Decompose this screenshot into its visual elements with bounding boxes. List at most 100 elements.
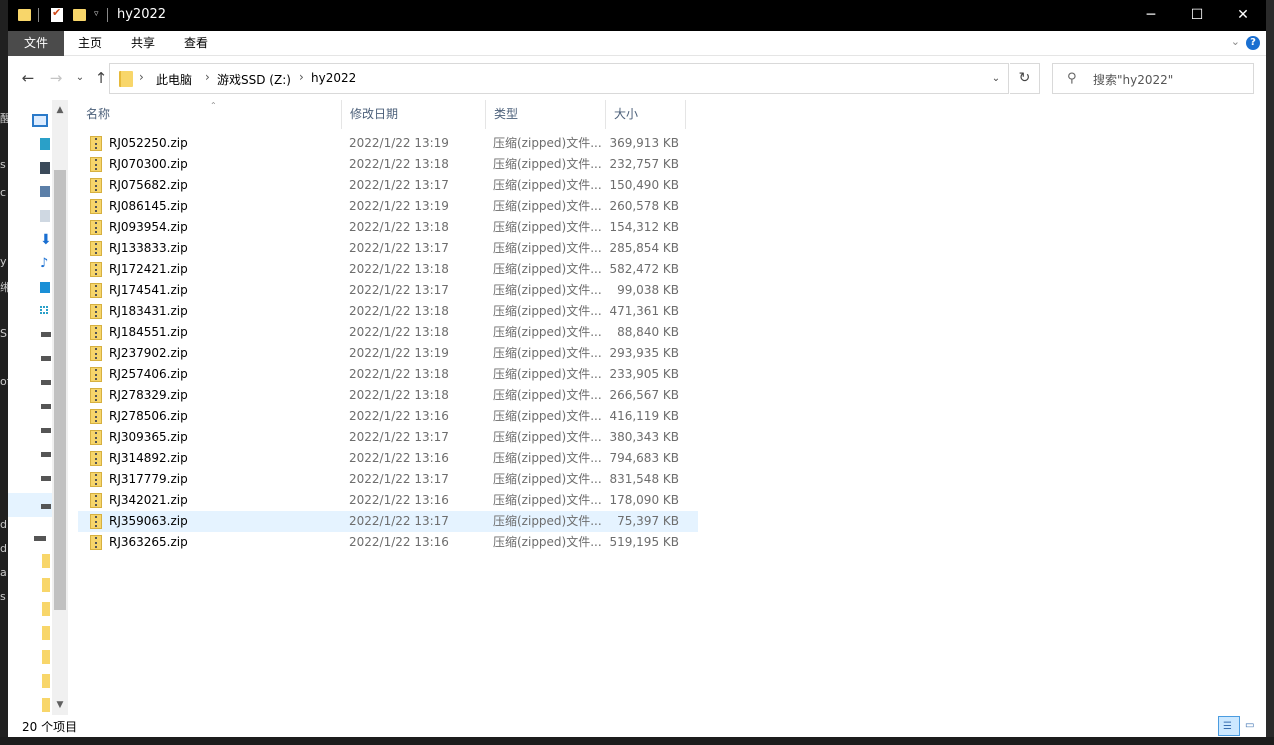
drive-icon[interactable]: [41, 380, 51, 385]
search-box[interactable]: ⚲ 搜索"hy2022": [1052, 63, 1254, 94]
file-row[interactable]: RJ183431.zip 2022/1/22 13:18 压缩(zipped)文件.…: [78, 301, 698, 322]
file-row[interactable]: RJ363265.zip 2022/1/22 13:16 压缩(zipped)文件.…: [78, 532, 698, 553]
title-bar: ▿ hy2022 ─ ☐ ✕: [8, 0, 1266, 31]
file-size: 75,397 KB: [617, 514, 679, 528]
downloads-icon[interactable]: ⬇: [40, 233, 52, 247]
file-name: RJ172421.zip: [109, 262, 188, 276]
column-header-type[interactable]: 类型: [486, 100, 606, 129]
breadcrumb-drive[interactable]: 游戏SSD (Z:): [217, 71, 291, 88]
customize-quick-access-icon[interactable]: ▿: [94, 9, 99, 25]
file-date: 2022/1/22 13:17: [349, 178, 449, 192]
folder-icon[interactable]: [42, 554, 50, 568]
details-view-button[interactable]: ☰: [1218, 716, 1240, 736]
file-row[interactable]: RJ278329.zip 2022/1/22 13:18 压缩(zipped)文件.…: [78, 385, 698, 406]
address-bar[interactable]: › 此电脑 › 游戏SSD (Z:) › hy2022 ⌄: [109, 63, 1009, 94]
file-row[interactable]: RJ314892.zip 2022/1/22 13:16 压缩(zipped)文件.…: [78, 448, 698, 469]
this-pc-icon[interactable]: [32, 114, 48, 127]
file-row[interactable]: RJ174541.zip 2022/1/22 13:17 压缩(zipped)文件.…: [78, 280, 698, 301]
column-header-date[interactable]: 修改日期: [342, 100, 486, 129]
scroll-up-arrow[interactable]: ▲: [52, 102, 68, 118]
scroll-down-arrow[interactable]: ▼: [52, 697, 68, 713]
file-name: RJ257406.zip: [109, 367, 188, 381]
breadcrumb-current[interactable]: hy2022: [311, 71, 356, 85]
recent-locations-icon[interactable]: ⌄: [69, 68, 91, 88]
folder-icon[interactable]: [42, 578, 50, 592]
file-rows: RJ052250.zip 2022/1/22 13:19 压缩(zipped)文件.…: [78, 133, 698, 553]
new-folder-icon[interactable]: [73, 9, 86, 21]
file-type: 压缩(zipped)文件...: [493, 472, 602, 486]
file-row[interactable]: RJ257406.zip 2022/1/22 13:18 压缩(zipped)文件.…: [78, 364, 698, 385]
file-size: 232,757 KB: [609, 157, 679, 171]
file-type: 压缩(zipped)文件...: [493, 199, 602, 213]
tab-view[interactable]: 查看: [170, 31, 222, 56]
file-size: 380,343 KB: [609, 430, 679, 444]
file-date: 2022/1/22 13:17: [349, 283, 449, 297]
folder-icon[interactable]: [42, 626, 50, 640]
zip-file-icon: [90, 178, 102, 193]
drive-icon[interactable]: [41, 404, 51, 409]
large-icons-view-button[interactable]: ▭: [1241, 716, 1263, 736]
file-row[interactable]: RJ317779.zip 2022/1/22 13:17 压缩(zipped)文件.…: [78, 469, 698, 490]
help-icon[interactable]: ?: [1246, 36, 1260, 50]
desktop-icon[interactable]: [40, 282, 50, 293]
windows-drive-icon[interactable]: [40, 306, 48, 314]
drive-icon[interactable]: [41, 332, 51, 337]
tab-share[interactable]: 共享: [117, 31, 169, 56]
drive-icon[interactable]: [41, 356, 51, 361]
file-row[interactable]: RJ086145.zip 2022/1/22 13:19 压缩(zipped)文件.…: [78, 196, 698, 217]
breadcrumb-this-pc[interactable]: 此电脑: [156, 71, 192, 88]
breadcrumb-separator[interactable]: ›: [299, 70, 304, 84]
file-name: RJ183431.zip: [109, 304, 188, 318]
column-header-size[interactable]: 大小: [606, 100, 686, 129]
videos-icon[interactable]: [40, 162, 50, 174]
back-button[interactable]: ←: [17, 68, 39, 88]
maximize-button[interactable]: ☐: [1174, 0, 1220, 31]
drive-icon[interactable]: [41, 452, 51, 457]
file-date: 2022/1/22 13:17: [349, 241, 449, 255]
file-row[interactable]: RJ309365.zip 2022/1/22 13:17 压缩(zipped)文件.…: [78, 427, 698, 448]
file-row[interactable]: RJ070300.zip 2022/1/22 13:18 压缩(zipped)文件.…: [78, 154, 698, 175]
column-header-name[interactable]: 名称 ⌃: [78, 100, 342, 129]
file-type: 压缩(zipped)文件...: [493, 262, 602, 276]
scrollbar-thumb[interactable]: [54, 170, 66, 610]
properties-icon[interactable]: [51, 6, 63, 22]
file-row[interactable]: RJ075682.zip 2022/1/22 13:17 压缩(zipped)文件.…: [78, 175, 698, 196]
file-row[interactable]: RJ133833.zip 2022/1/22 13:17 压缩(zipped)文件.…: [78, 238, 698, 259]
file-row[interactable]: RJ184551.zip 2022/1/22 13:18 压缩(zipped)文件.…: [78, 322, 698, 343]
drive-icon-selected[interactable]: [41, 504, 51, 509]
folder-icon[interactable]: [42, 698, 50, 712]
drive-icon[interactable]: [41, 428, 51, 433]
search-input[interactable]: 搜索"hy2022": [1093, 71, 1173, 88]
file-size: 416,119 KB: [609, 409, 679, 423]
details-view-icon: ☰: [1223, 721, 1232, 732]
zip-file-icon: [90, 241, 102, 256]
breadcrumb-separator[interactable]: ›: [139, 70, 144, 84]
minimize-button[interactable]: ─: [1128, 0, 1174, 31]
breadcrumb-separator[interactable]: ›: [205, 70, 210, 84]
file-row[interactable]: RJ172421.zip 2022/1/22 13:18 压缩(zipped)文件.…: [78, 259, 698, 280]
refresh-button[interactable]: ↻: [1010, 63, 1040, 94]
expand-ribbon-icon[interactable]: ⌄: [1231, 35, 1240, 48]
documents-icon[interactable]: [40, 210, 50, 222]
3d-objects-icon[interactable]: [40, 138, 50, 150]
music-icon[interactable]: ♪: [40, 257, 50, 270]
file-row[interactable]: RJ052250.zip 2022/1/22 13:19 压缩(zipped)文件.…: [78, 133, 698, 154]
navigation-pane-scrollbar[interactable]: ▲ ▼: [52, 100, 68, 715]
network-drive-icon[interactable]: [34, 536, 46, 541]
folder-icon[interactable]: [42, 650, 50, 664]
file-row[interactable]: RJ342021.zip 2022/1/22 13:16 压缩(zipped)文件.…: [78, 490, 698, 511]
file-row[interactable]: RJ093954.zip 2022/1/22 13:18 压缩(zipped)文件.…: [78, 217, 698, 238]
drive-icon[interactable]: [41, 476, 51, 481]
file-row[interactable]: RJ359063.zip 2022/1/22 13:17 压缩(zipped)文件.…: [78, 511, 698, 532]
file-row[interactable]: RJ278506.zip 2022/1/22 13:16 压缩(zipped)文件.…: [78, 406, 698, 427]
close-button[interactable]: ✕: [1220, 0, 1266, 31]
tab-home[interactable]: 主页: [64, 31, 116, 56]
file-date: 2022/1/22 13:19: [349, 199, 449, 213]
pictures-icon[interactable]: [40, 186, 50, 197]
forward-button[interactable]: →: [45, 68, 67, 88]
folder-icon[interactable]: [42, 674, 50, 688]
tab-file[interactable]: 文件: [8, 31, 64, 56]
folder-icon[interactable]: [42, 602, 50, 616]
address-history-dropdown[interactable]: ⌄: [984, 64, 1008, 93]
file-row[interactable]: RJ237902.zip 2022/1/22 13:19 压缩(zipped)文件.…: [78, 343, 698, 364]
